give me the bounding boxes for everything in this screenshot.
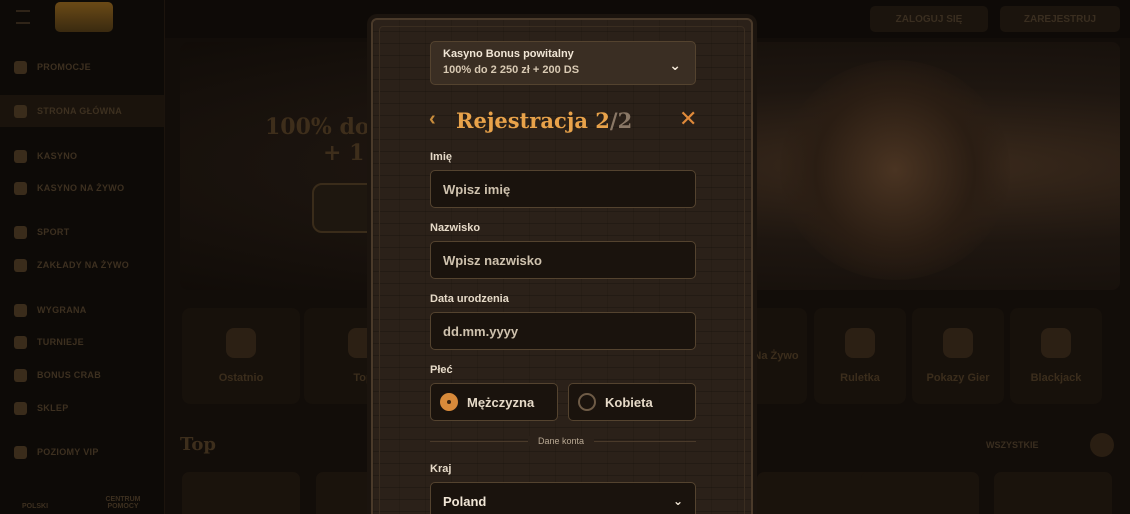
tournament-icon <box>14 335 27 349</box>
app-root: PROMOCJE STRONA GŁÓWNA KASYNO KASYNO NA … <box>0 0 1130 514</box>
first-name-field[interactable] <box>430 170 696 208</box>
sidebar-item-label: TURNIEJE <box>37 337 84 347</box>
roulette-icon <box>845 328 875 358</box>
sidebar-item-promotions[interactable]: PROMOCJE <box>14 56 164 78</box>
casino-icon <box>14 149 27 163</box>
see-all-link[interactable]: WSZYSTKIE <box>986 440 1039 450</box>
register-button[interactable]: ZAREJESTRUJ <box>1000 6 1120 32</box>
category-game-shows[interactable]: Pokazy Gier <box>912 308 1004 404</box>
game-thumbnail[interactable] <box>994 472 1112 514</box>
hero-image <box>780 60 1010 280</box>
next-arrow-icon[interactable] <box>1090 433 1114 457</box>
cards-icon <box>1041 328 1071 358</box>
category-live[interactable]: Na Żywo <box>745 308 807 404</box>
bonus-value: 100% do 2 250 zł + 200 DS <box>443 64 580 76</box>
gender-label: Płeć <box>430 364 453 376</box>
radio-checked-icon <box>440 393 458 411</box>
vip-icon <box>14 445 27 459</box>
live-bets-icon <box>14 258 27 272</box>
birthdate-label: Data urodzenia <box>430 293 509 305</box>
trophy-icon <box>14 303 27 317</box>
crab-icon <box>14 368 27 382</box>
sidebar-item-tournaments[interactable]: TURNIEJE <box>14 331 164 353</box>
category-roulette[interactable]: Ruletka <box>814 308 906 404</box>
sidebar-item-label: STRONA GŁÓWNA <box>37 106 123 116</box>
last-name-label: Nazwisko <box>430 222 481 234</box>
sidebar-item-label: POZIOMY VIP <box>37 447 99 457</box>
sidebar-item-vip[interactable]: POZIOMY VIP <box>14 441 164 463</box>
gender-option-male[interactable]: Mężczyzna <box>430 383 558 421</box>
category-blackjack[interactable]: Blackjack <box>1010 308 1102 404</box>
logo[interactable] <box>55 2 113 32</box>
gender-option-label: Mężczyzna <box>467 394 535 410</box>
chevron-down-icon: ⌄ <box>672 494 683 508</box>
login-button[interactable]: ZALOGUJ SIĘ <box>870 6 988 32</box>
section-title: Top <box>180 434 216 455</box>
close-icon[interactable]: ✕ <box>679 106 697 132</box>
sidebar-item-label: ZAKŁADY NA ŻYWO <box>37 260 129 270</box>
sidebar-item-casino[interactable]: KASYNO <box>14 145 164 167</box>
sidebar-item-label: PROMOCJE <box>37 62 91 72</box>
recent-icon <box>226 328 256 358</box>
home-icon <box>14 104 27 118</box>
sidebar-item-label: KASYNO <box>37 151 78 161</box>
sidebar-item-bonus-crab[interactable]: BONUS CRAB <box>14 364 164 386</box>
first-name-label: Imię <box>430 151 453 163</box>
sidebar-item-home[interactable]: STRONA GŁÓWNA <box>0 95 164 127</box>
game-show-icon <box>943 328 973 358</box>
back-arrow-icon[interactable]: ‹ <box>429 108 436 131</box>
sidebar: PROMOCJE STRONA GŁÓWNA KASYNO KASYNO NA … <box>0 0 165 514</box>
sidebar-item-live-bets[interactable]: ZAKŁADY NA ŻYWO <box>14 254 164 276</box>
gift-icon <box>14 60 27 74</box>
menu-icon[interactable] <box>16 10 30 24</box>
help-center-link[interactable]: CENTRUM POMOCY <box>96 496 150 510</box>
sidebar-item-wins[interactable]: WYGRANA <box>14 299 164 321</box>
game-thumbnail[interactable] <box>757 472 875 514</box>
sidebar-item-label: WYGRANA <box>37 305 87 315</box>
sidebar-item-live-casino[interactable]: KASYNO NA ŻYWO <box>14 177 164 199</box>
birthdate-field[interactable] <box>430 312 696 350</box>
sidebar-item-label: BONUS CRAB <box>37 370 102 380</box>
country-select[interactable]: Poland ⌄ <box>430 482 696 514</box>
step-total: /2 <box>609 108 633 133</box>
radio-unchecked-icon <box>578 393 596 411</box>
country-label: Kraj <box>430 463 452 475</box>
language-selector[interactable]: POLSKI <box>18 503 52 510</box>
modal-title: Rejestracja 2/2 <box>456 108 632 133</box>
modal-title-text: Rejestracja <box>456 108 588 133</box>
country-value: Poland <box>443 493 487 509</box>
game-thumbnail[interactable] <box>182 472 300 514</box>
section-divider-label: Dane konta <box>528 436 595 446</box>
last-name-field[interactable] <box>430 241 696 279</box>
sidebar-item-sport[interactable]: SPORT <box>14 221 164 243</box>
game-thumbnail[interactable] <box>861 472 979 514</box>
sidebar-item-label: SPORT <box>37 227 70 237</box>
step-current: 2 <box>595 108 610 133</box>
gender-option-label: Kobieta <box>605 394 653 410</box>
gender-option-female[interactable]: Kobieta <box>568 383 696 421</box>
live-icon <box>14 181 27 195</box>
shop-icon <box>14 401 27 415</box>
sidebar-item-label: SKLEP <box>37 403 69 413</box>
bonus-title: Kasyno Bonus powitalny <box>443 48 574 60</box>
sport-icon <box>14 225 27 239</box>
sidebar-item-shop[interactable]: SKLEP <box>14 397 164 419</box>
bonus-selector[interactable]: Kasyno Bonus powitalny 100% do 2 250 zł … <box>430 41 696 85</box>
chevron-down-icon: ⌄ <box>669 57 681 73</box>
category-recent[interactable]: Ostatnio <box>182 308 300 404</box>
registration-modal: Kasyno Bonus powitalny 100% do 2 250 zł … <box>371 18 753 514</box>
sidebar-item-label: KASYNO NA ŻYWO <box>37 183 125 193</box>
